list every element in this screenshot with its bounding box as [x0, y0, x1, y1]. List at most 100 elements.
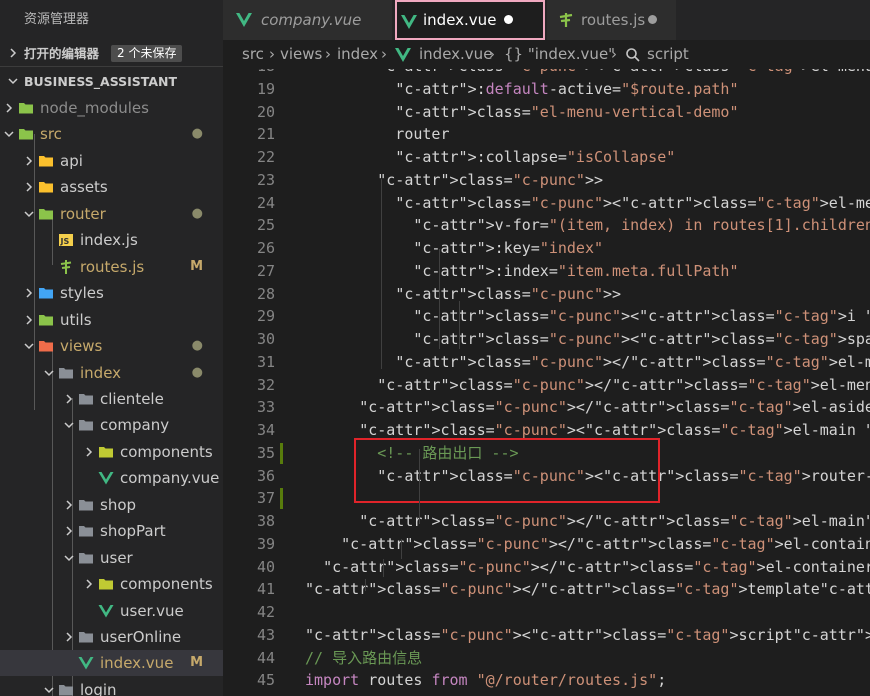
breadcrumb-src[interactable]: src	[242, 40, 264, 69]
chevron-right-icon[interactable]	[82, 577, 96, 591]
chevron-right-icon: ›	[489, 45, 495, 63]
breadcrumb-script[interactable]: script	[647, 40, 689, 69]
tree-item-components[interactable]: components	[0, 571, 223, 597]
chevron-right-icon[interactable]	[22, 313, 36, 327]
open-editors-section[interactable]: 打开的编辑器 2 个未保存	[0, 40, 223, 67]
chevron-down-icon[interactable]	[42, 366, 56, 380]
chevron-right-icon[interactable]	[62, 498, 76, 512]
svg-text:JS: JS	[60, 237, 70, 246]
tree-item-utils[interactable]: utils	[0, 307, 223, 333]
code-line[interactable]: "c-attr">v-for="(item, index) in routes[…	[305, 214, 870, 237]
chevron-down-icon[interactable]	[62, 418, 76, 432]
tree-item-useronline[interactable]: userOnline	[0, 624, 223, 650]
code-line[interactable]: "c-attr">class="c-punc"><"c-attr">class=…	[305, 305, 870, 328]
code-line[interactable]: // 导入路由信息	[305, 647, 422, 670]
chevron-right-icon[interactable]	[22, 286, 36, 300]
tree-item-index-js[interactable]: JS index.js	[0, 227, 223, 253]
code-line[interactable]: "c-attr">class="c-punc"></"c-attr">class…	[305, 351, 870, 374]
code-line[interactable]: "c-attr">class="c-punc"></"c-attr">class…	[305, 396, 870, 419]
tree-item-user-vue[interactable]: user.vue	[0, 598, 223, 624]
explorer-sidebar: 资源管理器 打开的编辑器 2 个未保存 BUSINESS_ASSISTANT n…	[0, 0, 223, 696]
code-line[interactable]: "c-attr">class="c-punc"><"c-attr">class=…	[305, 328, 870, 351]
tree-item-router[interactable]: router ●	[0, 201, 223, 227]
tree-item-label: company.vue	[120, 469, 220, 488]
chevron-down-icon[interactable]	[2, 127, 16, 141]
line-number: 42	[256, 603, 275, 621]
code-line[interactable]: "c-attr">class="c-punc"></"c-attr">class…	[305, 374, 870, 397]
tree-item-company-vue[interactable]: company.vue	[0, 465, 223, 491]
chevron-down-icon[interactable]	[62, 551, 76, 565]
tab-index-vue[interactable]: index.vue	[395, 0, 545, 40]
code-line[interactable]: router	[305, 123, 449, 146]
tree-item-views[interactable]: views ●	[0, 333, 223, 359]
tree-item-index-vue[interactable]: index.vue M	[0, 650, 223, 677]
project-root[interactable]: BUSINESS_ASSISTANT	[0, 68, 223, 95]
tree-item-shop[interactable]: shop	[0, 492, 223, 518]
folder-icon	[19, 129, 33, 140]
tree-item-label: styles	[60, 284, 104, 303]
tree-item-label: user	[100, 548, 133, 567]
code-line[interactable]: "c-attr">class="c-punc">>	[305, 283, 621, 306]
line-number: 24	[256, 193, 275, 212]
code-line[interactable]: "c-attr">class="c-punc"></"c-attr">class…	[305, 533, 870, 556]
code-line[interactable]: import routes from "@/router/routes.js";	[305, 669, 666, 692]
chevron-right-icon[interactable]	[62, 630, 76, 644]
breadcrumb-views[interactable]: views	[280, 40, 322, 69]
code-editor[interactable]: 1819 20 21 22 23 24 25 26 27 28 29 30 31 32 33 34 35 36 37…	[223, 69, 870, 696]
line-number: 34	[256, 421, 275, 439]
tree-item-index[interactable]: index ●	[0, 360, 223, 386]
chevron-right-icon[interactable]	[82, 445, 96, 459]
unsaved-badge: 2 个未保存	[111, 45, 183, 62]
code-line[interactable]: "c-attr">class="c-punc"><"c-attr">class=…	[305, 624, 870, 647]
chevron-down-icon[interactable]	[42, 683, 56, 696]
routes-file-icon	[60, 259, 72, 274]
code-line[interactable]: "c-attr">:default-active="$route.path"	[305, 78, 738, 101]
code-line[interactable]: "c-attr">class="c-punc"><"c-attr">class=…	[305, 69, 870, 78]
unsaved-dot-icon[interactable]	[504, 15, 513, 24]
chevron-right-icon[interactable]	[62, 524, 76, 538]
tree-item-login[interactable]: login	[0, 677, 223, 696]
tree-item-company[interactable]: company	[0, 412, 223, 438]
unsaved-dot-icon[interactable]	[648, 15, 657, 24]
line-number: 33	[256, 398, 275, 417]
code-line[interactable]: "c-attr">:key="index"	[305, 237, 603, 260]
chevron-right-icon[interactable]	[62, 392, 76, 406]
tree-item-label: login	[80, 680, 117, 696]
highlight-annotation-box	[354, 438, 660, 503]
breadcrumb-module[interactable]: {} "index.vue"	[504, 40, 615, 69]
code-line[interactable]: "c-attr">:index="item.meta.fullPath"	[305, 260, 738, 283]
chevron-right-icon[interactable]	[2, 101, 16, 115]
code-line[interactable]: export default {	[305, 692, 450, 696]
tree-item-shoppart[interactable]: shopPart	[0, 518, 223, 544]
tree-item-label: index.vue	[100, 654, 174, 673]
code-line[interactable]: "c-attr">:collapse="isCollapse"	[305, 146, 675, 169]
tree-item-label: views	[60, 337, 103, 356]
tree-item-node-modules[interactable]: node_modules	[0, 95, 223, 121]
git-status-badge: ●	[191, 126, 203, 142]
code-line[interactable]: "c-attr">class="el-menu-vertical-demo"	[305, 101, 738, 124]
code-line[interactable]: "c-attr">class="c-punc"></"c-attr">class…	[305, 556, 870, 579]
tree-item-label: assets	[60, 178, 108, 197]
code-line[interactable]: "c-attr">class="c-punc"></"c-attr">class…	[305, 578, 870, 601]
chevron-down-icon[interactable]	[22, 339, 36, 353]
tree-item-components[interactable]: components	[0, 439, 223, 465]
tab-routes-js[interactable]: routes.js	[547, 0, 677, 40]
tree-item-routes-js[interactable]: routes.js M	[0, 254, 223, 280]
chevron-down-icon[interactable]	[22, 207, 36, 221]
tree-item-user[interactable]: user	[0, 545, 223, 571]
tab-company-vue[interactable]: company.vue	[223, 0, 393, 40]
tree-item-label: shopPart	[100, 522, 166, 541]
tree-item-src[interactable]: src ●	[0, 121, 223, 147]
tree-item-styles[interactable]: styles	[0, 280, 223, 306]
tree-item-api[interactable]: api	[0, 148, 223, 174]
tree-item-assets[interactable]: assets	[0, 174, 223, 200]
tree-item-label: company	[100, 416, 170, 435]
breadcrumb-index[interactable]: index	[337, 40, 378, 69]
code-line[interactable]: "c-attr">class="c-punc"></"c-attr">class…	[305, 510, 870, 533]
chevron-right-icon[interactable]	[22, 154, 36, 168]
code-line[interactable]: "c-attr">class="c-punc">>	[305, 169, 603, 192]
chevron-right-icon[interactable]	[22, 180, 36, 194]
tree-item-clientele[interactable]: clientele	[0, 386, 223, 412]
code-line[interactable]: "c-attr">class="c-punc"><"c-attr">class=…	[305, 192, 870, 215]
breadcrumb-file[interactable]: index.vue	[419, 40, 492, 69]
